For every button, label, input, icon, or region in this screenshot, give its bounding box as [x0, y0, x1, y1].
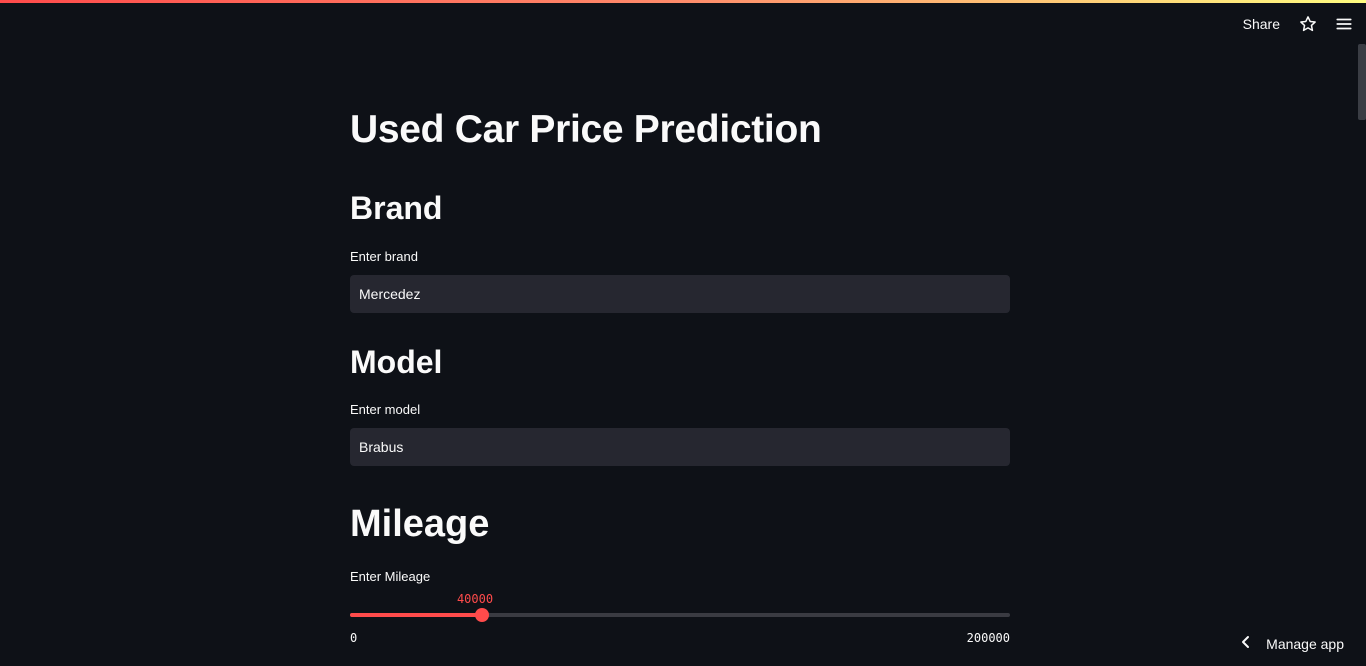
model-input[interactable]: [350, 428, 1010, 466]
hamburger-menu-icon[interactable]: [1332, 12, 1356, 36]
manage-app-button[interactable]: Manage app: [1240, 635, 1344, 652]
page-scrollbar[interactable]: [1358, 44, 1366, 120]
mileage-slider[interactable]: 40000: [350, 592, 1010, 624]
brand-label: Enter brand: [350, 249, 418, 264]
page-title: Used Car Price Prediction: [350, 108, 822, 151]
share-button[interactable]: Share: [1239, 12, 1284, 36]
slider-current-value: 40000: [456, 592, 494, 606]
model-label: Enter model: [350, 402, 421, 417]
slider-thumb[interactable]: 40000: [457, 592, 493, 622]
slider-min-label: 0: [350, 631, 358, 645]
star-icon[interactable]: [1296, 12, 1320, 36]
top-decoration-bar: [0, 0, 1366, 3]
manage-app-label: Manage app: [1266, 635, 1344, 652]
model-heading: Model: [350, 344, 443, 380]
brand-input[interactable]: [350, 275, 1010, 313]
slider-fill: [350, 613, 482, 617]
app-header: Share: [1239, 3, 1366, 45]
brand-heading: Brand: [350, 190, 443, 226]
chevron-left-icon: [1240, 635, 1252, 652]
slider-max-label: 200000: [966, 631, 1010, 645]
mileage-heading: Mileage: [350, 503, 490, 545]
mileage-label: Enter Mileage: [350, 569, 431, 584]
